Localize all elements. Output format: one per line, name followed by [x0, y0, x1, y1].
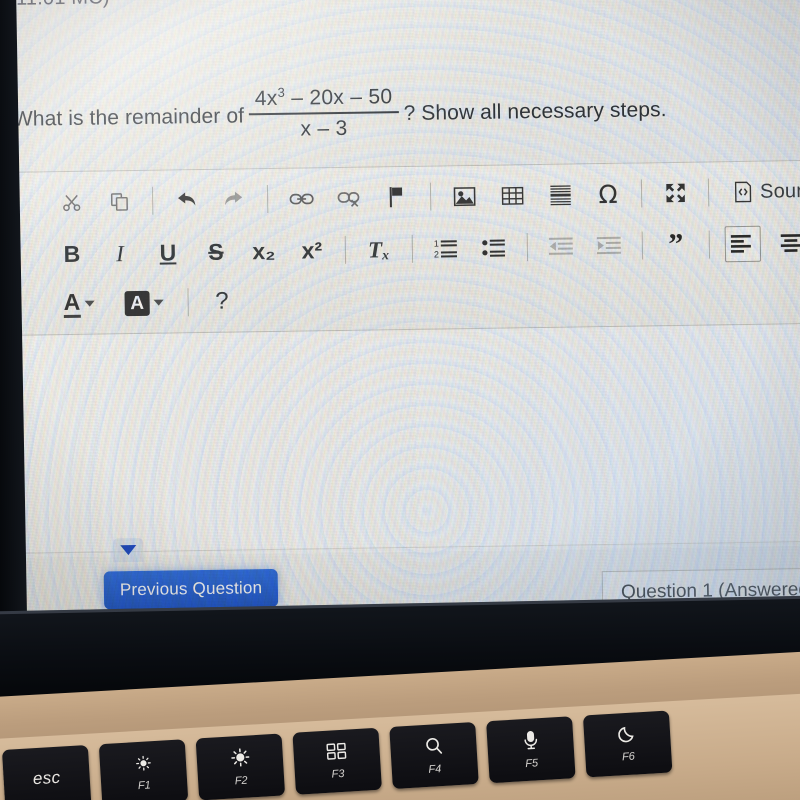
toolbar-separator [429, 182, 432, 211]
chevron-down-icon [120, 545, 137, 556]
microphone-icon [521, 730, 539, 753]
search-icon [423, 735, 443, 758]
math-fraction: 4x3 – 20x – 50 x – 3 [249, 85, 399, 142]
nav-toggle-chip[interactable] [113, 537, 144, 563]
svg-text:1: 1 [434, 238, 439, 248]
toolbar-separator [151, 186, 154, 215]
blockquote-icon[interactable]: ” [658, 227, 695, 264]
key-f1-label: F1 [137, 778, 152, 792]
key-f4-spotlight[interactable]: F4 [389, 721, 479, 789]
strikethrough-button[interactable]: S [198, 234, 235, 271]
question-code-label: (11.01 MC) [9, 0, 110, 11]
italic-button[interactable]: I [102, 235, 139, 272]
toolbar-separator [187, 288, 190, 317]
undo-icon[interactable] [168, 182, 205, 219]
fraction-numerator: 4x3 – 20x – 50 [254, 84, 393, 111]
previous-question-button[interactable]: Previous Question [103, 568, 279, 610]
source-button[interactable]: Source [724, 173, 800, 211]
brightness-low-icon [134, 754, 152, 775]
anchor-flag-icon[interactable] [379, 179, 416, 216]
redo-icon[interactable] [216, 181, 253, 218]
maximize-icon[interactable] [657, 175, 694, 212]
chevron-down-icon [84, 300, 95, 307]
key-f3-label: F3 [331, 767, 345, 781]
key-esc-label: esc [32, 767, 62, 789]
rich-text-editor: Ω Source B I U S x₂ x² Tₓ 1 2 ” A A ? [17, 159, 800, 558]
key-f3-mission-control[interactable]: F3 [292, 727, 382, 795]
key-f2-brightness-up[interactable]: F2 [195, 733, 286, 800]
toolbar-separator [707, 178, 710, 207]
key-f6-do-not-disturb[interactable]: F6 [582, 710, 673, 778]
key-f2-label: F2 [234, 774, 248, 787]
key-f6-label: F6 [621, 750, 636, 764]
key-esc[interactable]: esc [1, 745, 92, 800]
toolbar-separator [640, 179, 643, 208]
text-color-button[interactable]: A [54, 285, 103, 322]
bold-button[interactable]: B [54, 236, 91, 273]
superscript-button[interactable]: x² [294, 232, 331, 269]
horizontal-rule-icon[interactable] [542, 176, 579, 213]
decrease-indent-icon[interactable] [543, 228, 580, 265]
table-icon[interactable] [494, 177, 531, 214]
toolbar-separator [641, 231, 644, 260]
svg-text:2: 2 [434, 249, 439, 259]
editor-toolbar: Ω Source B I U S x₂ x² Tₓ 1 2 ” A A ? [18, 160, 800, 336]
toolbar-separator [411, 234, 414, 263]
subscript-button[interactable]: x₂ [246, 233, 283, 270]
remove-format-icon[interactable]: Tₓ [361, 231, 398, 268]
background-color-button[interactable]: A [115, 284, 173, 321]
question-text: What is the remainder of 4x3 – 20x – 50 … [13, 82, 667, 147]
background-color-label: A [124, 290, 151, 316]
key-f4-label: F4 [428, 762, 442, 776]
align-left-icon[interactable] [724, 225, 762, 263]
toolbar-separator [526, 233, 529, 262]
laptop-screen: (11.01 MC) What is the remainder of 4x3 … [0, 0, 800, 661]
image-icon[interactable] [446, 178, 483, 215]
question-suffix: ? Show all necessary steps. [403, 97, 667, 125]
mission-control-icon [326, 742, 347, 764]
text-color-label: A [63, 288, 81, 318]
key-f5-label: F5 [524, 756, 539, 770]
chevron-down-icon [153, 299, 165, 306]
editor-content-area[interactable] [21, 323, 800, 558]
align-center-icon[interactable] [773, 225, 800, 262]
moon-icon [618, 724, 637, 746]
source-button-label: Source [759, 179, 800, 203]
question-prefix: What is the remainder of [12, 103, 245, 131]
copy-icon[interactable] [101, 183, 138, 220]
numbered-list-icon[interactable]: 1 2 [428, 230, 465, 267]
key-f1-brightness-down[interactable]: F1 [98, 739, 189, 800]
screenshot-root: (11.01 MC) What is the remainder of 4x3 … [0, 0, 800, 800]
brightness-high-icon [230, 747, 250, 770]
cut-icon[interactable] [53, 184, 90, 221]
key-f5-dictation[interactable]: F5 [486, 716, 576, 784]
link-icon[interactable] [283, 180, 320, 217]
browser-page-content: (11.01 MC) What is the remainder of 4x3 … [0, 0, 800, 660]
unlink-icon[interactable] [331, 180, 368, 217]
special-character-icon[interactable]: Ω [590, 176, 627, 213]
toolbar-separator [708, 230, 711, 259]
bulleted-list-icon[interactable] [476, 229, 513, 266]
toolbar-separator [266, 185, 269, 214]
help-button[interactable]: ? [204, 283, 241, 320]
underline-button[interactable]: U [150, 234, 187, 271]
toolbar-separator [344, 235, 347, 264]
fraction-denominator: x – 3 [300, 116, 348, 141]
increase-indent-icon[interactable] [591, 228, 628, 265]
